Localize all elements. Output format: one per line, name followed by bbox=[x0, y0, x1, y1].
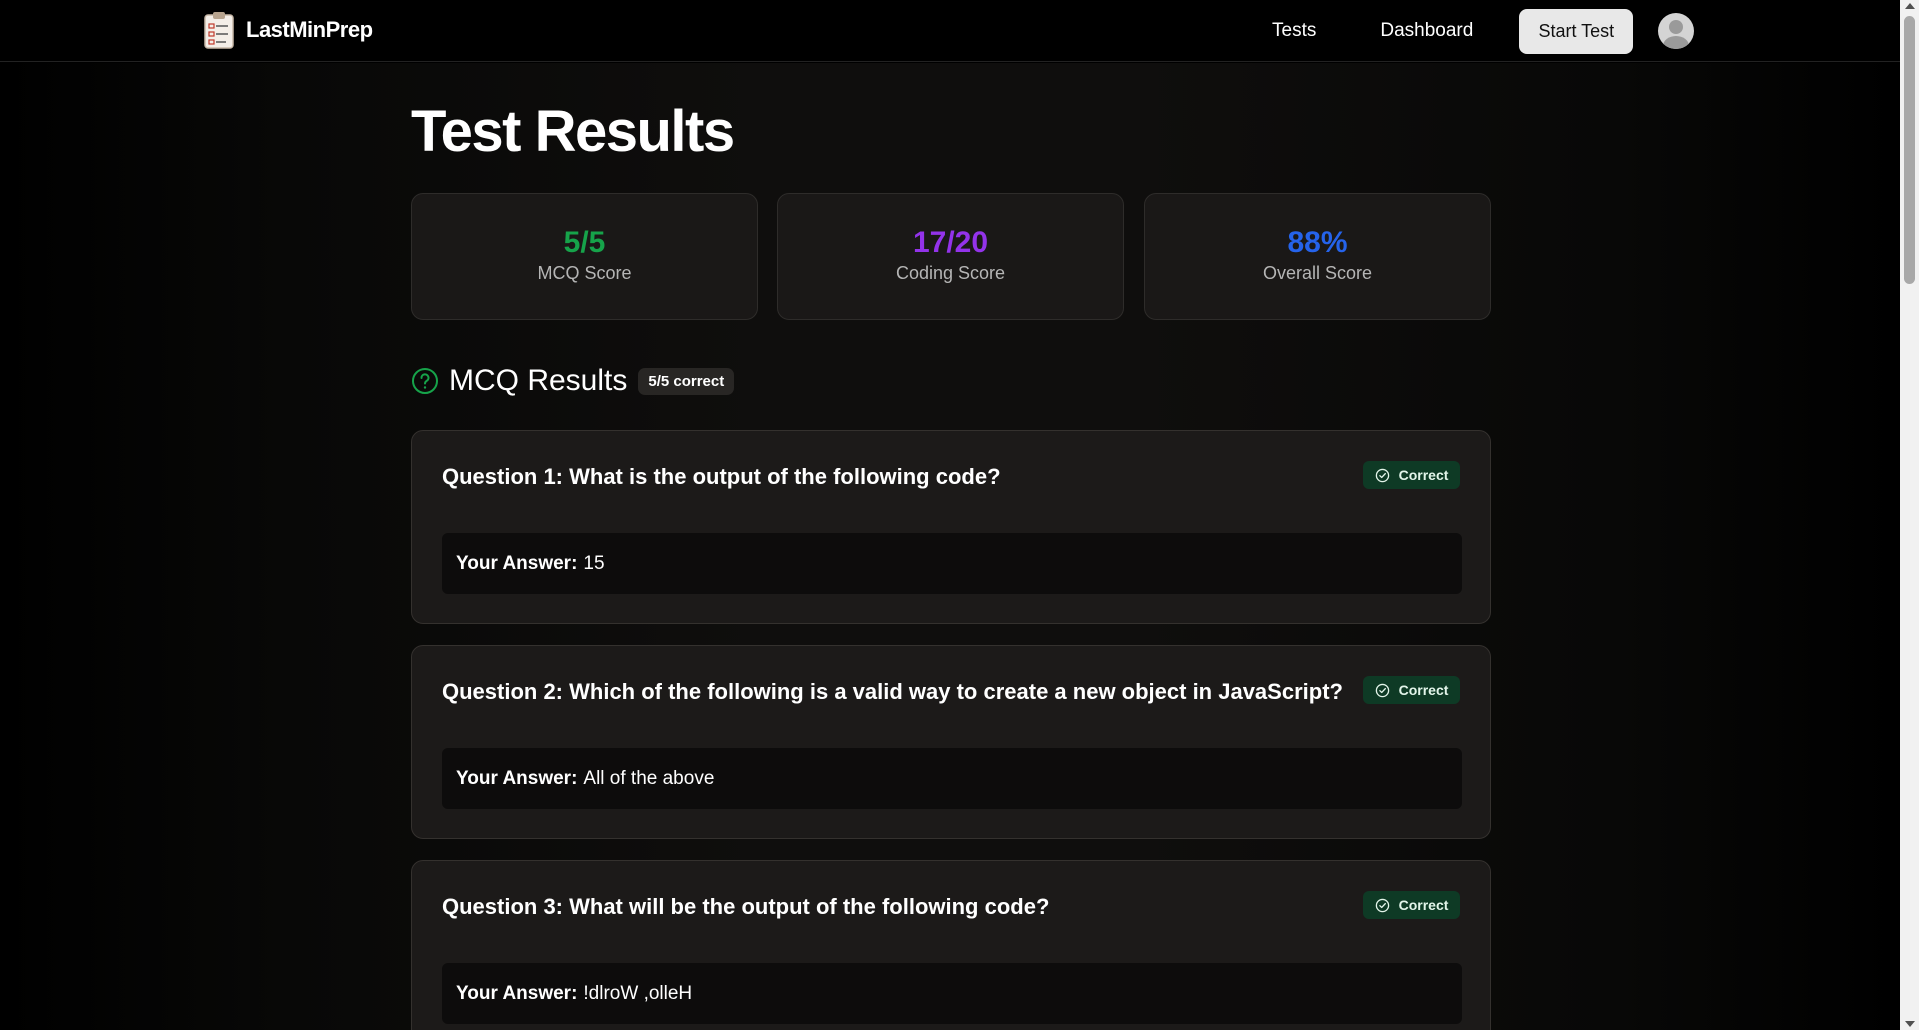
avatar-head bbox=[1669, 20, 1684, 34]
page-scrollbar[interactable] bbox=[1900, 0, 1919, 1030]
question-card: Question 1: What is the output of the fo… bbox=[411, 430, 1491, 624]
nav-link-dashboard[interactable]: Dashboard bbox=[1380, 20, 1473, 42]
coding-score-label: Coding Score bbox=[895, 263, 1006, 283]
status-label: Correct bbox=[1398, 467, 1449, 483]
coding-score-value: 17/20 bbox=[912, 226, 989, 259]
brand-link[interactable]: LastMinPrep bbox=[204, 11, 373, 49]
avatar-body bbox=[1663, 36, 1690, 49]
answer-value: !dlroW ,olleH bbox=[583, 982, 693, 1004]
overall-score-card: 88% Overall Score bbox=[1144, 193, 1491, 320]
correct-count-badge: 5/5 correct bbox=[638, 367, 735, 395]
answer-label: Your Answer: bbox=[456, 982, 578, 1004]
overall-score-label: Overall Score bbox=[1262, 263, 1373, 283]
answer-label: Your Answer: bbox=[456, 552, 578, 574]
start-test-button[interactable]: Start Test bbox=[1519, 8, 1634, 54]
mcq-score-label: MCQ Score bbox=[537, 263, 632, 283]
scrollbar-thumb[interactable] bbox=[1904, 16, 1915, 284]
status-badge: Correct bbox=[1363, 891, 1460, 919]
check-circle-icon bbox=[1375, 683, 1389, 697]
clipboard-icon bbox=[204, 12, 234, 49]
status-label: Correct bbox=[1398, 897, 1449, 913]
mcq-results-title: MCQ Results bbox=[449, 364, 628, 397]
scroll-up-arrow-icon[interactable] bbox=[1905, 3, 1915, 9]
answer-box: Your Answer: 15 bbox=[442, 533, 1462, 594]
answer-value: 15 bbox=[583, 552, 605, 574]
check-circle-icon bbox=[1375, 898, 1389, 912]
mcq-score-card: 5/5 MCQ Score bbox=[411, 193, 758, 320]
overall-score-value: 88% bbox=[1287, 226, 1348, 259]
nav-links: Tests Dashboard Start Test bbox=[1272, 0, 1695, 62]
answer-box: Your Answer: All of the above bbox=[442, 748, 1462, 809]
question-title: Question 3: What will be the output of t… bbox=[442, 894, 1050, 919]
answer-box: Your Answer: !dlroW ,olleH bbox=[442, 963, 1462, 1024]
page-title: Test Results bbox=[411, 99, 735, 164]
scroll-down-arrow-icon[interactable] bbox=[1905, 1021, 1915, 1027]
score-summary: 5/5 MCQ Score 17/20 Coding Score 88% Ove… bbox=[411, 193, 1491, 320]
brand-name: LastMinPrep bbox=[246, 17, 373, 42]
main-content: Test Results 5/5 MCQ Score 17/20 Coding … bbox=[411, 63, 1491, 1030]
question-title: Question 2: Which of the following is a … bbox=[442, 679, 1343, 704]
question-card: Question 3: What will be the output of t… bbox=[411, 860, 1491, 1030]
top-navbar: LastMinPrep Tests Dashboard Start Test bbox=[0, 0, 1900, 62]
mcq-results-header: MCQ Results 5/5 correct bbox=[411, 363, 735, 399]
question-card: Question 2: Which of the following is a … bbox=[411, 645, 1491, 839]
status-badge: Correct bbox=[1363, 676, 1460, 704]
status-badge: Correct bbox=[1363, 461, 1460, 489]
answer-label: Your Answer: bbox=[456, 767, 578, 789]
user-avatar-icon[interactable] bbox=[1658, 13, 1695, 49]
help-circle-icon bbox=[412, 368, 438, 394]
check-circle-icon bbox=[1375, 468, 1389, 482]
answer-value: All of the above bbox=[583, 767, 715, 789]
coding-score-card: 17/20 Coding Score bbox=[777, 193, 1124, 320]
mcq-score-value: 5/5 bbox=[563, 226, 606, 259]
question-title: Question 1: What is the output of the fo… bbox=[442, 464, 1001, 489]
status-label: Correct bbox=[1398, 682, 1449, 698]
nav-link-tests[interactable]: Tests bbox=[1272, 20, 1316, 42]
